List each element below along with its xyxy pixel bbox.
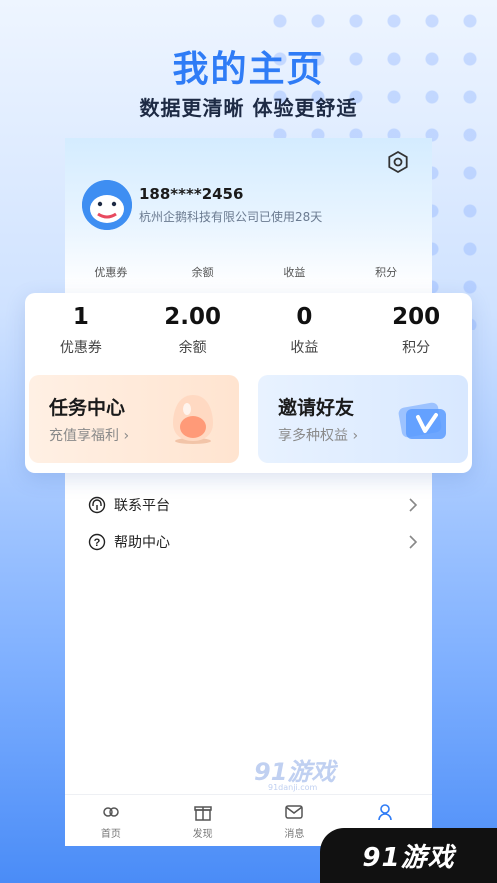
gift-icon xyxy=(193,805,212,821)
settings-icon[interactable] xyxy=(386,150,410,174)
task-center-subtitle: 充值享福利 › xyxy=(49,428,130,444)
watermark: 91游戏 91danji.com xyxy=(254,752,335,792)
invite-friends-title: 邀请好友 xyxy=(278,397,355,419)
menu-item-label: 联系平台 xyxy=(114,498,170,514)
stat-value: 0 xyxy=(296,304,313,330)
penguin-icon xyxy=(82,180,132,230)
task-center-card[interactable]: 任务中心 充值享福利 › xyxy=(29,375,239,463)
tab-label: 消息 xyxy=(284,828,305,840)
stat-earnings[interactable]: 0 收益 xyxy=(249,303,361,357)
stat-value: 1 xyxy=(72,304,89,330)
stat-label: 余额 xyxy=(178,340,207,356)
user-icon xyxy=(378,803,392,820)
watermark-logo: 91游戏 xyxy=(254,758,336,786)
promo-title: 我的主页 xyxy=(172,49,325,90)
mini-stat-label: 收益 xyxy=(283,266,306,279)
stat-balance[interactable]: 2.00 余额 xyxy=(137,303,249,357)
mini-stat-label: 余额 xyxy=(191,266,214,279)
menu-item-label: 帮助中心 xyxy=(114,535,170,551)
home-icon xyxy=(103,806,119,817)
stats-row: 1 优惠券 2.00 余额 0 收益 200 积分 xyxy=(25,303,472,357)
help-icon: ? xyxy=(88,533,106,551)
vip-card-icon xyxy=(398,402,446,439)
task-center-title: 任务中心 xyxy=(49,397,126,419)
headset-icon xyxy=(88,496,106,514)
invite-friends-subtitle: 享多种权益 › xyxy=(278,428,359,444)
message-icon xyxy=(285,804,304,819)
menu-item-contact[interactable]: 联系平台 xyxy=(88,491,418,519)
chevron-right-icon xyxy=(409,535,418,549)
phone-screen: 188****2456 杭州企鹅科技有限公司已使用28天 优惠券 余额 收益 积… xyxy=(65,138,432,846)
stat-label: 优惠券 xyxy=(59,340,102,356)
corner-logo: 91游戏 xyxy=(320,828,497,883)
egg-mascot-icon xyxy=(173,395,213,444)
tab-label: 首页 xyxy=(100,828,121,840)
profile-phone: 188****2456 xyxy=(139,185,244,203)
menu-item-help[interactable]: ? 帮助中心 xyxy=(88,528,418,556)
corner-logo-text: 91游戏 xyxy=(362,843,455,873)
tab-home[interactable]: 首页 xyxy=(65,795,157,846)
stat-coupons[interactable]: 1 优惠券 xyxy=(25,303,137,357)
stat-label: 积分 xyxy=(402,340,431,356)
stat-points[interactable]: 200 积分 xyxy=(360,303,472,357)
stat-value: 2.00 xyxy=(164,304,221,330)
promo-subtitle: 数据更清晰 体验更舒适 xyxy=(139,96,358,120)
tab-discover[interactable]: 发现 xyxy=(157,795,249,846)
tab-label: 发现 xyxy=(192,828,213,840)
chevron-right-icon xyxy=(409,498,418,512)
mini-stat-label: 优惠券 xyxy=(94,266,128,279)
invite-friends-card[interactable]: 邀请好友 享多种权益 › xyxy=(258,375,468,463)
stat-label: 收益 xyxy=(290,340,319,356)
svg-text:?: ? xyxy=(94,537,101,549)
stat-value: 200 xyxy=(392,304,441,330)
mini-stats-row: 优惠券 余额 收益 积分 xyxy=(65,264,432,280)
mini-stat-label: 积分 xyxy=(375,266,398,279)
profile-company: 杭州企鹅科技有限公司已使用28天 xyxy=(139,210,323,224)
avatar[interactable] xyxy=(82,180,132,230)
stats-card: 1 优惠券 2.00 余额 0 收益 200 积分 任务中心 充值享福利 › 邀… xyxy=(25,293,472,473)
